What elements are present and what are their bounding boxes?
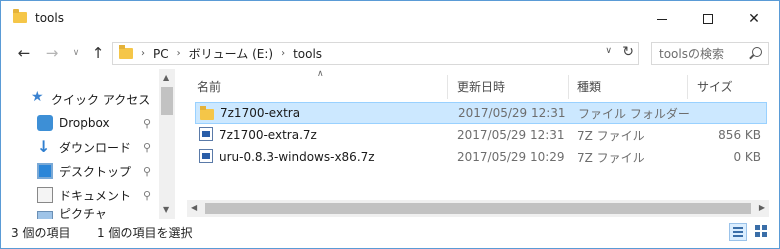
item-count: 3 個の項目 xyxy=(11,226,71,240)
sort-ascending-icon: ∧ xyxy=(317,69,324,79)
file-size: 0 KB xyxy=(733,150,761,164)
column-header-size[interactable]: サイズ xyxy=(697,75,733,97)
breadcrumb-pc[interactable]: PC xyxy=(153,47,169,61)
documents-icon xyxy=(37,187,53,203)
column-header-type[interactable]: 種類 xyxy=(577,75,601,97)
folder-icon xyxy=(119,45,133,59)
sidebar-item-dropbox[interactable]: Dropbox ⚲ xyxy=(1,111,157,135)
navigation-pane: ★ クイック アクセス Dropbox ⚲ ↓ ダウンロード ⚲ デスクトップ … xyxy=(1,69,175,219)
arrow-left-icon: ← xyxy=(17,44,31,62)
back-button[interactable]: ← xyxy=(13,42,35,64)
sidebar-item-label: クイック アクセス xyxy=(51,92,151,107)
sidebar-item-label: ダウンロード xyxy=(59,140,132,155)
file-name: uru-0.8.3-windows-x86.7z xyxy=(219,150,375,164)
scroll-left-icon[interactable]: ◀ xyxy=(191,203,197,212)
large-icons-view-button[interactable] xyxy=(753,223,771,241)
file-modified: 2017/05/29 12:31 xyxy=(457,128,565,142)
file-type: 7Z ファイル xyxy=(577,150,645,165)
table-row[interactable]: uru-0.8.3-windows-x86.7z 2017/05/29 10:2… xyxy=(195,146,767,168)
up-button[interactable]: ↑ xyxy=(87,42,109,64)
refresh-icon[interactable]: ↻ xyxy=(622,44,634,60)
download-icon: ↓ xyxy=(37,137,51,156)
scrollbar-thumb[interactable] xyxy=(205,203,751,214)
column-header-name[interactable]: 名前 xyxy=(197,75,221,97)
sidebar-item-label: ピクチャ xyxy=(59,207,107,219)
address-row: ← → ∨ ↑ › PC › ボリューム (E:) › tools ∨ ↻ to… xyxy=(1,37,779,69)
maximize-button[interactable] xyxy=(685,1,731,37)
scroll-down-icon[interactable]: ▼ xyxy=(163,205,169,214)
sidebar-item-documents[interactable]: ドキュメント ⚲ xyxy=(1,183,157,207)
pin-icon: ⚲ xyxy=(143,116,152,130)
explorer-window: tools ✕ ← → ∨ ↑ › PC › ボリューム (E:) › tool… xyxy=(0,0,780,249)
sidebar-item-label: Dropbox xyxy=(59,116,110,130)
column-header-modified[interactable]: 更新日時 xyxy=(457,75,505,97)
horizontal-scrollbar[interactable]: ◀ ▶ xyxy=(187,200,769,217)
sidebar-item-quick-access[interactable]: ★ クイック アクセス xyxy=(1,87,157,111)
breadcrumb-volume[interactable]: ボリューム (E:) xyxy=(189,45,273,62)
chevron-right-icon[interactable]: › xyxy=(281,48,285,59)
minimize-icon xyxy=(657,18,667,20)
chevron-right-icon[interactable]: › xyxy=(141,48,145,59)
status-bar: 3 個の項目 1 個の項目を選択 xyxy=(1,219,779,248)
dropbox-icon xyxy=(37,115,53,131)
search-placeholder: toolsの検索 xyxy=(659,47,724,61)
sidebar-item-pictures[interactable]: ピクチャ xyxy=(1,207,157,219)
recent-locations-button[interactable]: ∨ xyxy=(65,42,87,64)
table-row[interactable]: 7z1700-extra.7z 2017/05/29 12:31 7Z ファイル… xyxy=(195,124,767,146)
pin-icon: ⚲ xyxy=(143,188,152,202)
file-type: 7Z ファイル xyxy=(577,128,645,143)
column-divider[interactable] xyxy=(447,75,448,99)
file-name: 7z1700-extra xyxy=(220,106,301,120)
star-icon: ★ xyxy=(31,89,44,105)
nav-vertical-scrollbar[interactable]: ▲ ▼ xyxy=(159,69,175,219)
scroll-up-icon[interactable]: ▲ xyxy=(163,73,169,82)
arrow-right-icon: → xyxy=(45,44,59,62)
address-history-dropdown[interactable]: ∨ xyxy=(605,46,612,56)
scroll-right-icon[interactable]: ▶ xyxy=(759,203,765,212)
scrollbar-thumb[interactable] xyxy=(161,87,173,115)
forward-button[interactable]: → xyxy=(41,42,63,64)
sidebar-item-downloads[interactable]: ↓ ダウンロード ⚲ xyxy=(1,135,157,159)
file-size: 856 KB xyxy=(718,128,761,142)
selected-count: 1 個の項目を選択 xyxy=(97,226,193,240)
pin-icon: ⚲ xyxy=(143,164,152,178)
pin-icon: ⚲ xyxy=(143,140,152,154)
close-icon: ✕ xyxy=(748,11,760,27)
window-title: tools xyxy=(35,11,64,25)
column-divider[interactable] xyxy=(687,75,688,99)
chevron-right-icon[interactable]: › xyxy=(177,48,181,59)
sidebar-item-label: デスクトップ xyxy=(59,164,132,179)
folder-icon xyxy=(13,9,27,23)
column-divider[interactable] xyxy=(568,75,569,99)
breadcrumb-tools[interactable]: tools xyxy=(293,47,322,61)
archive-icon xyxy=(199,149,213,163)
file-modified: 2017/05/29 10:29 xyxy=(457,150,565,164)
maximize-icon xyxy=(703,14,713,24)
title-bar[interactable]: tools ✕ xyxy=(1,1,779,37)
file-name: 7z1700-extra.7z xyxy=(219,128,317,142)
folder-icon xyxy=(200,106,214,120)
address-bar[interactable]: › PC › ボリューム (E:) › tools ∨ ↻ xyxy=(112,42,639,65)
search-input[interactable]: toolsの検索 xyxy=(651,42,769,65)
file-list: ∧ 名前 更新日時 種類 サイズ 7z1700-extra 2017/05/29… xyxy=(187,69,769,219)
desktop-icon xyxy=(37,163,53,179)
details-view-button[interactable] xyxy=(729,223,747,241)
search-icon[interactable] xyxy=(752,47,762,57)
pictures-icon xyxy=(37,211,53,219)
chevron-down-icon: ∨ xyxy=(72,48,80,58)
archive-icon xyxy=(199,127,213,141)
file-type: ファイル フォルダー xyxy=(578,106,690,121)
minimize-button[interactable] xyxy=(639,1,685,37)
table-row[interactable]: 7z1700-extra 2017/05/29 12:31 ファイル フォルダー xyxy=(195,102,767,124)
arrow-up-icon: ↑ xyxy=(91,44,105,62)
sidebar-item-desktop[interactable]: デスクトップ ⚲ xyxy=(1,159,157,183)
sidebar-item-label: ドキュメント xyxy=(59,188,132,203)
file-modified: 2017/05/29 12:31 xyxy=(458,106,566,120)
close-button[interactable]: ✕ xyxy=(731,1,777,37)
